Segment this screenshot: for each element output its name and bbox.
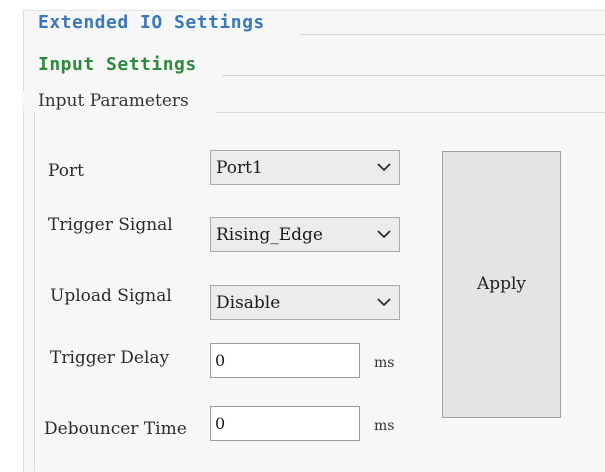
chevron-down-icon (369, 286, 399, 319)
debouncer-time-unit: ms (374, 418, 395, 434)
input-settings-divider (222, 75, 605, 76)
apply-button-label: Apply (476, 273, 527, 294)
trigger-delay-input[interactable] (210, 343, 360, 378)
trigger-delay-unit: ms (374, 355, 395, 371)
input-settings-header: Input Settings (24, 54, 201, 75)
trigger-signal-label: Trigger Signal (48, 215, 173, 235)
input-settings-title: Input Settings (24, 54, 201, 75)
chevron-down-icon (369, 218, 399, 251)
trigger-signal-select[interactable]: Rising_Edge (210, 217, 400, 252)
port-label: Port (48, 161, 84, 181)
upload-signal-value: Disable (216, 292, 281, 313)
extended-io-title: Extended IO Settings (24, 12, 269, 33)
chevron-down-icon (369, 151, 399, 184)
upload-signal-select[interactable]: Disable (210, 285, 400, 320)
upload-signal-label: Upload Signal (50, 286, 172, 306)
input-parameters-title: Input Parameters (22, 91, 191, 111)
apply-button[interactable]: Apply (442, 151, 561, 418)
trigger-delay-label: Trigger Delay (50, 348, 170, 368)
input-parameters-border (34, 112, 35, 471)
debouncer-time-input[interactable] (210, 406, 360, 441)
trigger-signal-value: Rising_Edge (216, 224, 323, 245)
input-parameters-divider (216, 112, 605, 113)
port-value: Port1 (216, 157, 263, 178)
port-select[interactable]: Port1 (210, 150, 400, 185)
debouncer-time-label: Debouncer Time (44, 419, 187, 439)
extended-io-divider (300, 34, 605, 35)
extended-io-header: Extended IO Settings (24, 12, 269, 33)
input-parameters-header: Input Parameters (22, 91, 191, 111)
